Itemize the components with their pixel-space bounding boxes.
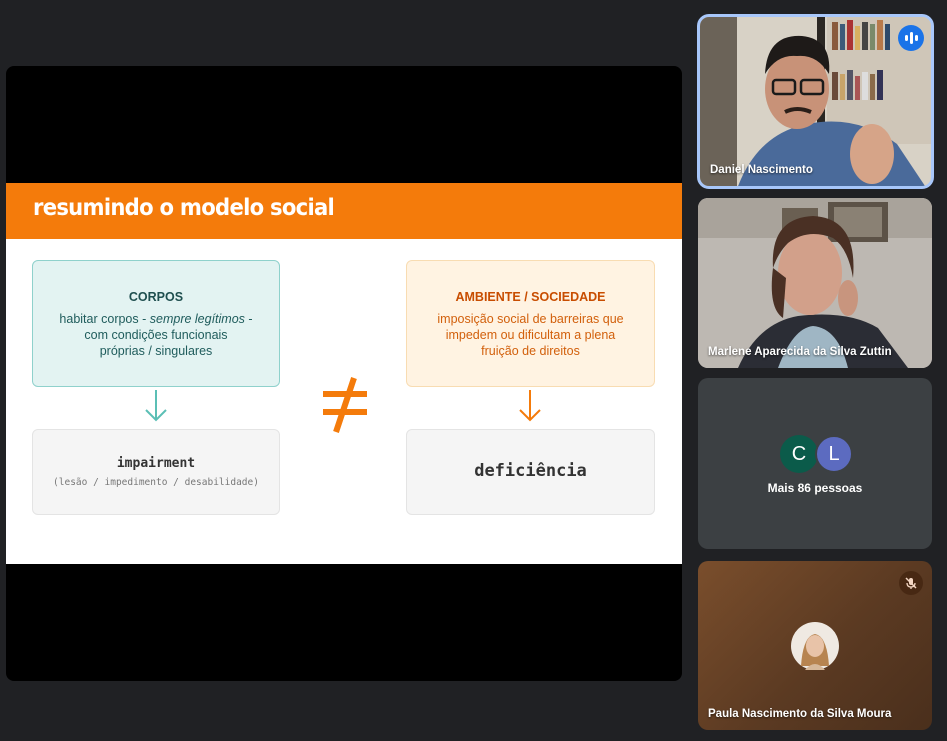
more-participants-tile[interactable]: C L Mais 86 pessoas [698, 378, 932, 549]
participant-tile-paula[interactable]: Paula Nascimento da Silva Moura [698, 561, 932, 730]
slide: resumindo o modelo social CORPOS habitar… [6, 183, 682, 564]
teal-down-arrow-icon [145, 390, 167, 422]
mic-off-icon [899, 571, 923, 595]
corpos-line1-prefix: habitar corpos - [59, 312, 150, 326]
slide-title: resumindo o modelo social [33, 195, 335, 221]
impairment-term: impairment [116, 456, 196, 471]
avatar-c: C [780, 435, 818, 473]
corpos-line2: com condições funcionais [84, 328, 228, 342]
corpos-line3: próprias / singulares [99, 344, 213, 358]
more-participants-label: Mais 86 pessoas [767, 481, 863, 495]
ambiente-text: imposição social de barreiras que impede… [407, 311, 654, 359]
ambiente-line2: impedem ou dificultam a plena [445, 328, 616, 342]
participant-tile-marlene[interactable]: Marlene Aparecida da Silva Zuttin [698, 198, 932, 368]
ambiente-line3: fruição de direitos [481, 344, 580, 358]
presentation-stage[interactable]: resumindo o modelo social CORPOS habitar… [6, 66, 682, 681]
participant-name: Paula Nascimento da Silva Moura [708, 708, 892, 720]
participant-name: Marlene Aparecida da Silva Zuttin [708, 346, 892, 358]
corpos-box: CORPOS habitar corpos - sempre legítimos… [32, 260, 280, 387]
ambiente-box: AMBIENTE / SOCIEDADE imposição social de… [406, 260, 655, 387]
deficiencia-box: deficiência [406, 429, 655, 515]
video-feed-marlene [698, 198, 932, 368]
impairment-box: impairment (lesão / impedimento / desabi… [32, 429, 280, 515]
avatar-l: L [815, 435, 853, 473]
not-equal-icon [323, 377, 367, 433]
participant-tile-daniel[interactable]: Daniel Nascimento [697, 14, 934, 189]
deficiencia-term: deficiência [474, 461, 587, 481]
corpos-line1-italic: sempre legítimos [149, 312, 245, 326]
slide-header: resumindo o modelo social [6, 183, 682, 239]
corpos-line1-suffix: - [244, 312, 253, 326]
avatar-paula [791, 622, 839, 670]
corpos-line1: habitar corpos - sempre legítimos - [45, 311, 267, 327]
corpos-text: habitar corpos - sempre legítimos - com … [33, 311, 279, 359]
impairment-note: (lesão / impedimento / desabilidade) [53, 477, 259, 488]
orange-down-arrow-icon [519, 390, 541, 422]
ambiente-heading: AMBIENTE / SOCIEDADE [455, 290, 606, 304]
speaking-indicator-icon [898, 25, 924, 51]
ambiente-line1: imposição social de barreiras que [437, 312, 624, 326]
corpos-heading: CORPOS [128, 290, 184, 304]
participant-name: Daniel Nascimento [710, 164, 813, 176]
